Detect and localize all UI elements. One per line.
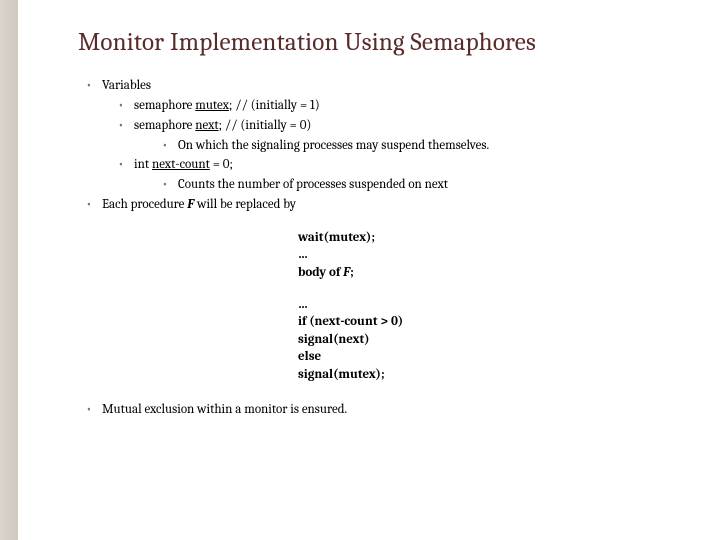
text: will be replaced by (194, 197, 296, 212)
code-line: body of F; (298, 264, 670, 282)
text-underline: next-count (152, 157, 210, 172)
text-underline: next (195, 118, 218, 133)
text: = 0; (210, 157, 233, 172)
text: semaphore (134, 118, 195, 133)
code-line: … (298, 246, 670, 264)
list-item: Counts the number of processes suspended… (178, 176, 670, 195)
list-item: Mutual exclusion within a monitor is ens… (102, 401, 670, 420)
code-block-1: wait(mutex); … body of F; (298, 229, 670, 282)
code-line: signal(mutex); (298, 366, 670, 384)
text: semaphore (134, 98, 195, 113)
bullet-list: Variables semaphore mutex; // (initially… (78, 77, 670, 215)
text: ; // (initially = 1) (229, 98, 320, 113)
code-block-2: … if (next-count > 0) signal(next) else … (298, 296, 670, 384)
text: body of (298, 265, 343, 280)
code-line: signal(next) (298, 331, 670, 349)
code-line: if (next-count > 0) (298, 313, 670, 331)
list-item: semaphore next; // (initially = 0) (134, 117, 670, 136)
text: Each procedure (102, 197, 187, 212)
code-line: wait(mutex); (298, 229, 670, 247)
list-item: On which the signaling processes may sus… (178, 137, 670, 156)
list-item: int next-count = 0; (134, 156, 670, 175)
text: int (134, 157, 152, 172)
left-accent-bar (0, 0, 18, 540)
text: ; (350, 265, 354, 280)
text-underline: mutex (195, 98, 229, 113)
slide-content: Monitor Implementation Using Semaphores … (18, 0, 720, 540)
code-line: else (298, 348, 670, 366)
list-item: semaphore mutex; // (initially = 1) (134, 97, 670, 116)
slide-title: Monitor Implementation Using Semaphores (78, 28, 670, 57)
list-item: Each procedure F will be replaced by (102, 196, 670, 215)
text: ; // (initially = 0) (219, 118, 312, 133)
list-item: Variables (102, 77, 670, 96)
code-line: … (298, 296, 670, 314)
